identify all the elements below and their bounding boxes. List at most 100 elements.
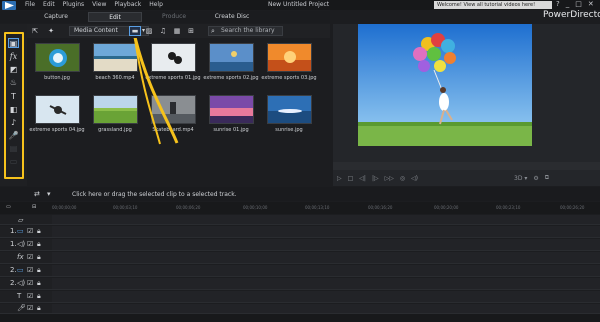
timeline-toolbar: ⇄ ▾ Click here or drag the selected clip… [0,187,600,201]
lock-icon[interactable]: 🔒︎ [37,266,41,275]
play-icon[interactable]: ▷ [337,175,342,182]
fx-track-icon: fx [17,253,24,261]
ruler-tick: 00;00;16;20 [368,205,393,210]
toolbar-highlight-annotation [4,32,24,179]
menu-help[interactable]: Help [149,1,163,8]
media-library: button.jpg beach 360.mp4 extreme sports … [27,38,330,186]
maximize-icon[interactable]: □ [575,0,582,8]
audio-track-icon: ◁) [17,279,26,287]
track-enable-checkbox-icon[interactable]: ☑ [27,266,33,274]
track-lane[interactable] [52,304,600,313]
menu-edit[interactable]: Edit [43,1,55,8]
title-bar: File Edit Plugins View Playback Help New… [0,0,600,10]
menu-playback[interactable]: Playback [114,1,141,8]
help-icon[interactable]: ? [556,0,560,8]
timeline-hint: Click here or drag the selected clip to … [72,191,237,198]
track-lane[interactable] [52,239,600,250]
track-number: 2. [10,279,17,287]
audio-filter-icon[interactable]: ♫ [157,26,169,36]
ruler-tick: 00;00;06;20 [176,205,201,210]
plugins-icon[interactable]: ✦ [45,26,57,36]
chevron-down-icon[interactable]: ▾ [47,190,51,198]
track-lane[interactable] [52,215,600,224]
stop-icon[interactable]: □ [348,175,354,182]
chapter-icon: ▱ [18,216,24,224]
arrow-annotation [133,38,179,145]
grid-view-icon[interactable]: ▦ [171,26,183,36]
mode-tabs: Capture Edit Produce Create Disc [0,11,330,23]
tab-capture[interactable]: Capture [36,12,76,22]
ruler-tick: 00;00;23;10 [496,205,521,210]
timeline-view-icon[interactable]: ▭ [6,204,11,210]
track-lane[interactable] [52,265,600,276]
lock-icon[interactable]: 🔒︎ [37,292,41,301]
playback-controls: ▷ □ ◁| |▷ ▷▷ ◎ ◁) 3D ▾ ⚙ ⧉ [333,172,600,184]
audio-track-1: 1. ◁) ☑ 🔒︎ [0,239,600,251]
track-enable-checkbox-icon[interactable]: ☑ [27,227,33,235]
track-enable-checkbox-icon[interactable]: ☑ [27,279,33,287]
timeline-ruler[interactable]: ▭ ⊟ 00;00;00;00 00;00;03;10 00;00;06;20 … [0,202,600,214]
dropdown-label: Media Content [74,27,118,34]
lock-icon[interactable]: 🔒︎ [37,227,41,236]
ruler-tick: 00;00;20;00 [434,205,459,210]
3d-mode-icon[interactable]: 3D ▾ [514,175,527,182]
track-lane[interactable] [52,252,600,263]
menu-file[interactable]: File [25,1,35,8]
title-track: T ☑ 🔒︎ [0,291,600,303]
chapter-track: ▱ [0,215,600,225]
volume-icon[interactable]: ◁) [411,175,418,182]
ruler-tick: 00;00;03;10 [113,205,138,210]
track-enable-checkbox-icon[interactable]: ☑ [27,253,33,261]
audio-track-2: 2. ◁) ☑ 🔒︎ [0,278,600,290]
track-lane[interactable] [52,278,600,289]
menu-view[interactable]: View [92,1,106,8]
preview-image [358,24,532,146]
lock-icon[interactable]: 🔒︎ [37,279,41,288]
voice-track: 🎤︎ ☑ 🔒︎ [0,304,600,314]
fx-track: fx ☑ 🔒︎ [0,252,600,264]
tab-create-disc[interactable]: Create Disc [206,12,258,22]
import-media-icon[interactable]: ⇱ [29,26,41,36]
lock-icon[interactable]: 🔒︎ [37,240,41,249]
previous-frame-icon[interactable]: ◁| [359,175,366,182]
video-track-icon: ▭ [17,227,24,235]
ruler-tick: 00;00;26;20 [560,205,585,210]
project-title: New Untitled Project [268,1,330,8]
menu-bar: File Edit Plugins View Playback Help [25,1,163,8]
tutorial-notification[interactable]: Welcome! View all tutorial videos here! [434,1,552,9]
minimize-icon[interactable]: _ [566,0,570,8]
ruler-tick: 00;00;10;00 [243,205,268,210]
track-manager-icon[interactable]: ⇄ [34,190,40,198]
search-placeholder: Search the library [221,27,275,34]
track-enable-checkbox-icon[interactable]: ☑ [27,292,33,300]
timeline-scrollbar[interactable] [0,314,600,322]
track-number: 1. [10,227,17,235]
track-lane[interactable] [52,291,600,302]
lock-icon[interactable]: 🔒︎ [37,253,41,262]
video-filter-icon[interactable]: ▬ [129,26,141,36]
tab-edit[interactable]: Edit [88,12,142,22]
snapshot-icon[interactable]: ◎ [400,175,405,182]
next-frame-icon[interactable]: |▷ [372,175,379,182]
lock-icon[interactable]: 🔒︎ [37,304,41,313]
zoom-icon[interactable]: ⊟ [32,204,36,210]
preview-scrubber[interactable] [333,162,600,170]
track-enable-checkbox-icon[interactable]: ☑ [27,304,33,312]
track-lane[interactable] [52,226,600,237]
undock-icon[interactable]: ⧉ [545,174,549,182]
brand-name: PowerDirector [543,10,600,20]
title-track-icon: T [17,292,22,300]
menu-plugins[interactable]: Plugins [63,1,85,8]
track-enable-checkbox-icon[interactable]: ☑ [27,240,33,248]
view-options-icon[interactable]: ⊞ [185,26,197,36]
audio-track-icon: ◁) [17,240,26,248]
video-track-icon: ▭ [17,266,24,274]
fast-forward-icon[interactable]: ▷▷ [385,175,394,182]
close-icon[interactable]: ✕ [588,0,594,8]
app-logo-icon [2,1,16,10]
track-number: 2. [10,266,17,274]
library-search-input[interactable]: ⌕ Search the library [208,26,283,36]
settings-icon[interactable]: ⚙ [533,175,538,182]
tab-produce[interactable]: Produce [154,12,194,22]
image-filter-icon[interactable]: ▨ [143,26,155,36]
